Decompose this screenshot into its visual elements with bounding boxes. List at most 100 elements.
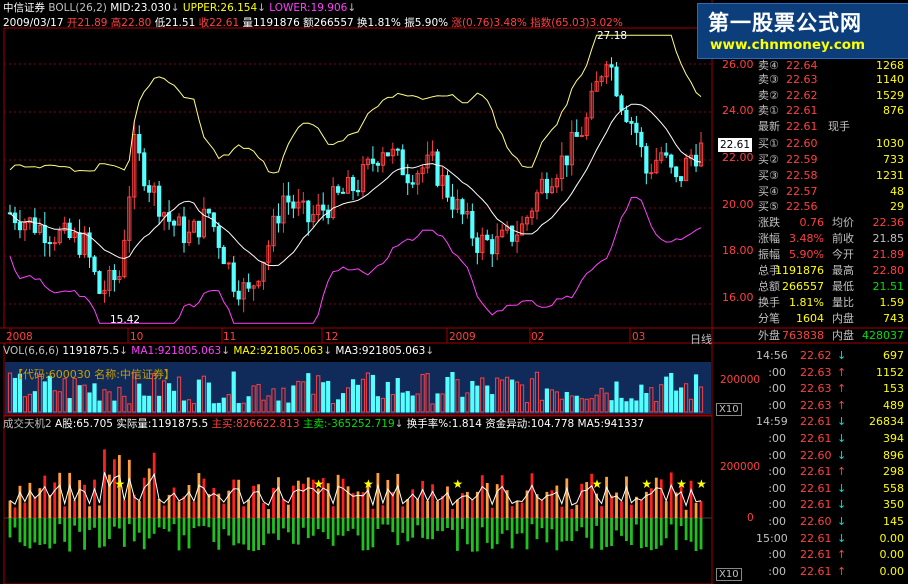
tick-row[interactable]: :00 22.61 ↑ 0.00 [716, 563, 908, 581]
volume-bar [614, 381, 619, 413]
sell-bar [162, 518, 166, 530]
latest-suffix: 现手 [828, 120, 850, 133]
sell-bar [291, 518, 295, 544]
stat-row: 涨跌 0.76 均价 22.36 [716, 214, 908, 231]
site-logo: 第一股票公式网 www.chnmoney.com [697, 3, 908, 59]
tick-list[interactable]: 14:56 22.62 ↓ 697:00 22.63 ↑ 1152:00 22.63 ↑ 153:… [716, 345, 908, 584]
sell-bar [426, 518, 429, 540]
sell-bar [470, 518, 474, 552]
bid-row[interactable]: 买② 22.59 733 [716, 151, 908, 168]
sell-bar [545, 518, 549, 543]
tick-row[interactable]: :00 22.60 ↓ 896 [716, 447, 908, 465]
sell-bar [58, 518, 62, 525]
buy-bar [257, 484, 260, 518]
info-amplitude: 振5.90% [404, 17, 449, 29]
sell-bar [177, 518, 181, 551]
tick-row[interactable]: :00 22.61 ↓ 350 [716, 496, 908, 514]
stat-label: 涨幅 [758, 232, 780, 245]
sell-bar [252, 518, 255, 552]
vol-value: 1191875.5 [62, 345, 120, 357]
candle-body [181, 216, 187, 244]
buy-bar [580, 483, 584, 518]
buy-bar [78, 480, 81, 518]
ask-row[interactable]: 卖① 22.61 876 [716, 102, 908, 119]
bid-price: 22.60 [786, 137, 818, 150]
tick-row[interactable]: 15:00 22.61 ↓ 0.00 [716, 530, 908, 548]
buy-bar [242, 506, 246, 518]
sell-bar [406, 518, 410, 542]
sell-bar [361, 518, 365, 551]
sell-bar [465, 518, 469, 545]
buy-bar [485, 483, 489, 518]
sell-bar [247, 518, 251, 551]
candle-body [157, 185, 162, 217]
tick-row[interactable]: :00 22.61 ↑ 298 [716, 463, 908, 481]
tick-row[interactable]: :00 22.63 ↑ 489 [716, 397, 908, 415]
buy-bar [570, 508, 574, 518]
buy-bar [341, 478, 345, 518]
buy-bar [520, 502, 524, 518]
sell-bar [689, 518, 693, 542]
tick-row[interactable]: :00 22.61 ↓ 394 [716, 430, 908, 448]
stat-label: 分笔 [758, 312, 780, 325]
bid-row[interactable]: 买③ 22.58 1231 [716, 167, 908, 184]
sell-bar [451, 518, 454, 530]
tick-row[interactable]: 14:56 22.62 ↓ 697 [716, 347, 908, 365]
candle-body [47, 242, 52, 245]
sell-bar [113, 518, 116, 527]
info-high: 高22.80 [110, 17, 152, 29]
buy-bar [600, 506, 603, 518]
sell-bar [18, 518, 22, 543]
volume-bar [171, 390, 177, 413]
tick-row[interactable]: :00 22.60 ↓ 145 [716, 513, 908, 531]
period-label[interactable]: 日线 [690, 331, 712, 347]
tick-time: :00 [768, 564, 786, 578]
ind-fund: 资金异动:104.778 [485, 418, 575, 430]
bid-row[interactable]: 买① 22.60 1030 [716, 135, 908, 152]
sell-bar [296, 518, 300, 545]
sell-bar [510, 518, 514, 549]
candle-body [370, 158, 376, 164]
ask-row[interactable]: 卖③ 22.63 1140 [716, 71, 908, 88]
bid-row[interactable]: 买⑤ 22.56 29 [716, 198, 908, 215]
candle-body [196, 220, 202, 238]
candle-body [619, 95, 624, 111]
candle-body [544, 178, 550, 194]
tick-row[interactable]: :00 22.61 ↓ 558 [716, 480, 908, 498]
volume-bar [97, 400, 102, 413]
sell-bar [371, 518, 375, 548]
sell-bar [644, 518, 648, 547]
stat-value: 1604 [796, 312, 824, 325]
tick-volume: 298 [883, 465, 904, 479]
buy-bar [694, 502, 698, 518]
tick-row[interactable]: :00 22.63 ↑ 153 [716, 380, 908, 398]
sell-bar [182, 518, 186, 536]
volume-bar [112, 400, 117, 413]
tick-row[interactable]: :00 22.61 ↑ 0.00 [716, 546, 908, 564]
volume-bar [276, 400, 281, 413]
sell-bar [625, 518, 628, 542]
buy-bar [540, 500, 544, 518]
sell-bar [381, 518, 385, 525]
candle-body [664, 152, 669, 156]
tick-row[interactable]: 14:59 22.61 ↓ 26834 [716, 413, 908, 431]
buy-bar [157, 498, 161, 518]
ask-price: 22.61 [786, 104, 818, 117]
stat-label: 量比 [832, 296, 854, 309]
candle-body [336, 186, 341, 193]
tick-volume: 153 [883, 382, 904, 396]
latest-row[interactable]: 最新 22.61 现手 [716, 118, 908, 135]
info-change: 涨(0.76)3.48% [451, 17, 527, 29]
tick-direction: ↑ [837, 382, 847, 396]
candle-body [669, 154, 674, 168]
tick-row[interactable]: :00 22.63 ↑ 1152 [716, 364, 908, 382]
sell-bar [421, 518, 425, 538]
candle-body [679, 176, 684, 182]
sell-bar [311, 518, 315, 536]
sell-bar [535, 518, 539, 540]
buy-bar [431, 484, 434, 518]
buy-bar [386, 479, 390, 518]
sell-bar [142, 518, 146, 550]
tick-price: 22.60 [800, 448, 832, 462]
sell-bar [386, 518, 390, 525]
